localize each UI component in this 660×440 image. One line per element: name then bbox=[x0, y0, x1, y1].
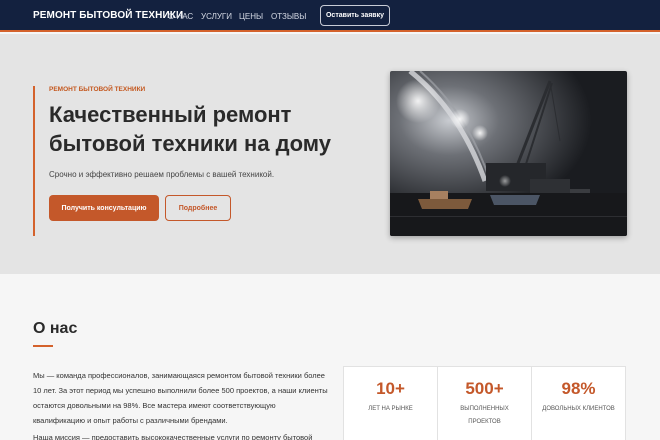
stat-value: 500+ bbox=[465, 379, 504, 398]
stat-card-projects: 500+ ВЫПОЛНЕННЫХ ПРОЕКТОВ bbox=[437, 366, 532, 440]
hero-subtitle: Срочно и эффективно решаем проблемы с ва… bbox=[49, 170, 275, 179]
hero-accent-bar bbox=[33, 86, 35, 236]
stat-label: ДОВОЛЬНЫХ КЛИЕНТОВ bbox=[542, 406, 615, 412]
hero-section: РЕМОНТ БЫТОВОЙ ТЕХНИКИ Качественный ремо… bbox=[0, 34, 660, 274]
stat-card-clients: 98% ДОВОЛЬНЫХ КЛИЕНТОВ bbox=[531, 366, 626, 440]
top-navbar: РЕМОНТ БЫТОВОЙ ТЕХНИКИ О НАС УСЛУГИ ЦЕНЫ… bbox=[0, 0, 660, 32]
stat-value: 10+ bbox=[376, 379, 405, 398]
hero-title: Качественный ремонт бытовой техники на д… bbox=[49, 102, 331, 156]
stat-label: ВЫПОЛНЕННЫХ ПРОЕКТОВ bbox=[460, 406, 509, 425]
nav-link-prices[interactable]: ЦЕНЫ bbox=[239, 12, 263, 21]
stat-label: ЛЕТ НА РЫНКЕ bbox=[368, 406, 413, 412]
leave-request-button[interactable]: Оставить заявку bbox=[320, 5, 390, 26]
hero-photo bbox=[390, 71, 627, 236]
about-mission-paragraph: Наша миссия — предоставить высококачеств… bbox=[33, 433, 313, 440]
about-title-underline bbox=[33, 345, 53, 347]
brand-logo-text[interactable]: РЕМОНТ БЫТОВОЙ ТЕХНИКИ bbox=[33, 10, 183, 21]
nav-link-reviews[interactable]: ОТЗЫВЫ bbox=[271, 12, 306, 21]
nav-link-services[interactable]: УСЛУГИ bbox=[201, 12, 232, 21]
about-paragraph: Мы — команда профессионалов, занимающаяс… bbox=[33, 371, 328, 425]
hero-eyebrow: РЕМОНТ БЫТОВОЙ ТЕХНИКИ bbox=[49, 86, 146, 93]
stat-card-years: 10+ ЛЕТ НА РЫНКЕ bbox=[343, 366, 438, 440]
stat-value: 98% bbox=[561, 379, 596, 398]
get-consultation-button[interactable]: Получить консультацию bbox=[49, 195, 159, 221]
nav-link-about[interactable]: О НАС bbox=[168, 12, 193, 21]
about-section-title: О нас bbox=[33, 320, 78, 337]
more-details-button[interactable]: Подробнее bbox=[165, 195, 231, 221]
